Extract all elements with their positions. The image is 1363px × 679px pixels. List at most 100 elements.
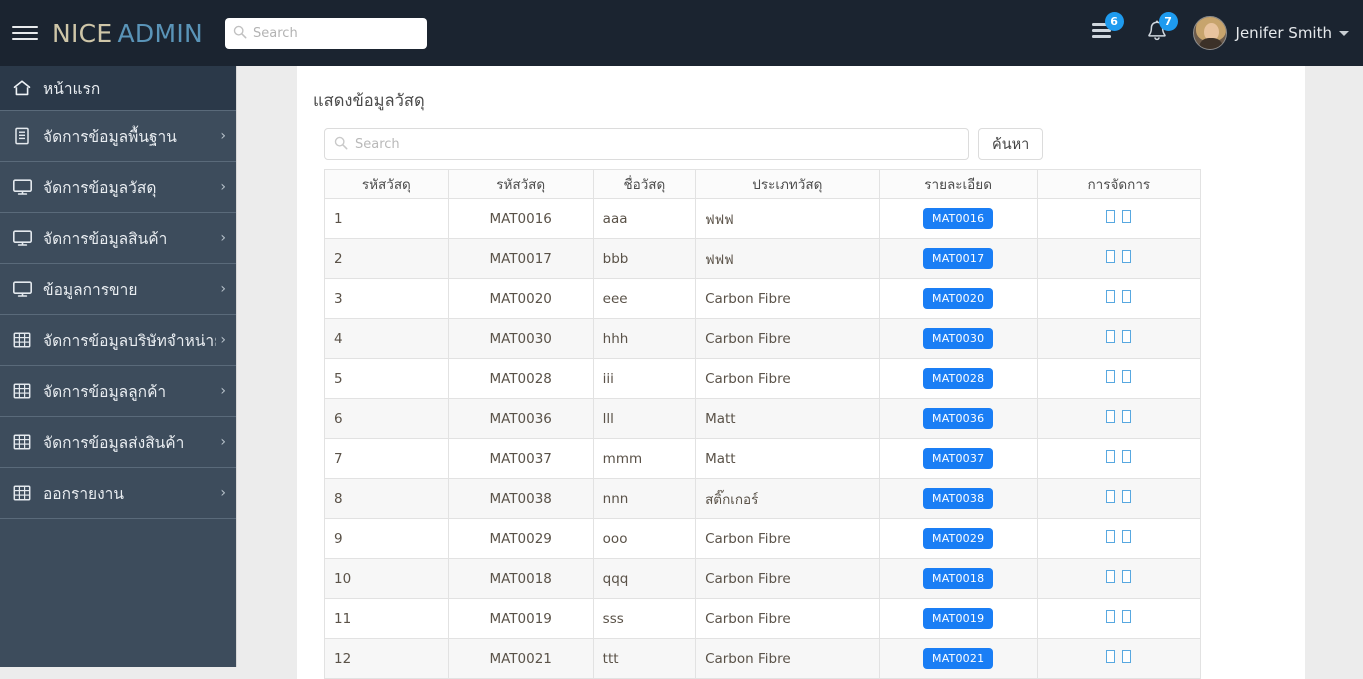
sidebar-item-4[interactable]: ข้อมูลการขาย› [0,264,236,315]
global-search-input[interactable] [253,26,419,41]
delete-icon[interactable] [1122,530,1131,543]
table-row: 8MAT0038nnnสติ๊กเกอร์MAT0038 [325,479,1201,519]
detail-button[interactable]: MAT0036 [923,408,993,429]
edit-icon[interactable] [1106,250,1115,263]
cell-code: MAT0038 [448,479,593,519]
detail-button[interactable]: MAT0018 [923,568,993,589]
sidebar-item-6[interactable]: จัดการข้อมูลลูกค้า› [0,366,236,417]
cell-detail: MAT0029 [879,519,1037,559]
cell-name: aaa [593,199,695,239]
edit-icon[interactable] [1106,210,1115,223]
delete-icon[interactable] [1122,570,1131,583]
cell-actions [1037,479,1200,519]
edit-icon[interactable] [1106,530,1115,543]
cell-name: bbb [593,239,695,279]
detail-button[interactable]: MAT0029 [923,528,993,549]
detail-button[interactable]: MAT0038 [923,488,993,509]
delete-icon[interactable] [1122,450,1131,463]
edit-icon[interactable] [1106,330,1115,343]
delete-icon[interactable] [1122,490,1131,503]
edit-icon[interactable] [1106,450,1115,463]
detail-button[interactable]: MAT0028 [923,368,993,389]
delete-icon[interactable] [1122,650,1131,663]
cell-name: sss [593,599,695,639]
chevron-down-icon [1339,31,1349,36]
delete-icon[interactable] [1122,250,1131,263]
detail-button[interactable]: MAT0020 [923,288,993,309]
top-navigation-bar: NICEADMIN 6 [0,0,1363,66]
action-icon-group [1106,610,1131,623]
edit-icon[interactable] [1106,610,1115,623]
table-header-cell-5: การจัดการ [1037,170,1200,199]
cell-code: MAT0029 [448,519,593,559]
action-icon-group [1106,530,1131,543]
sidebar-item-1[interactable]: จัดการข้อมูลพื้นฐาน› [0,111,236,162]
sidebar-item-label: ข้อมูลการขาย [43,277,137,302]
sidebar-item-label: จัดการข้อมูลส่งสินค้า [43,430,184,455]
delete-icon[interactable] [1122,410,1131,423]
sidebar-item-8[interactable]: ออกรายงาน› [0,468,236,519]
action-icon-group [1106,410,1131,423]
edit-icon[interactable] [1106,290,1115,303]
delete-icon[interactable] [1122,370,1131,383]
global-search-box[interactable] [225,18,427,49]
cell-no: 8 [325,479,449,519]
chevron-right-icon: › [216,128,226,144]
edit-icon[interactable] [1106,410,1115,423]
detail-button[interactable]: MAT0021 [923,648,993,669]
table-search-row: ค้นหา [312,128,1293,160]
sidebar-item-0[interactable]: หน้าแรก [0,66,236,111]
action-icon-group [1106,370,1131,383]
table-row: 5MAT0028iiiCarbon FibreMAT0028 [325,359,1201,399]
table-row: 2MAT0017bbbฟฟฟMAT0017 [325,239,1201,279]
grid-icon [11,431,33,453]
edit-icon[interactable] [1106,650,1115,663]
cell-actions [1037,599,1200,639]
sidebar-item-2[interactable]: จัดการข้อมูลวัสดุ› [0,162,236,213]
search-icon [334,135,348,154]
table-row: 11MAT0019sssCarbon FibreMAT0019 [325,599,1201,639]
detail-button[interactable]: MAT0030 [923,328,993,349]
user-menu[interactable]: Jenifer Smith [1193,16,1349,50]
notifications-count-badge: 7 [1159,12,1178,31]
delete-icon[interactable] [1122,290,1131,303]
cell-type: Matt [696,439,880,479]
chevron-right-icon: › [216,332,226,348]
detail-button[interactable]: MAT0016 [923,208,993,229]
cell-code: MAT0016 [448,199,593,239]
detail-button[interactable]: MAT0017 [923,248,993,269]
cell-actions [1037,319,1200,359]
cell-type: Matt [696,399,880,439]
detail-button[interactable]: MAT0019 [923,608,993,629]
grid-icon [11,380,33,402]
nav-right-group: 6 7 Jenifer Smith [1077,11,1363,55]
cell-type: Carbon Fibre [696,599,880,639]
delete-icon[interactable] [1122,210,1131,223]
edit-icon[interactable] [1106,570,1115,583]
cell-code: MAT0030 [448,319,593,359]
cell-name: iii [593,359,695,399]
cell-code: MAT0028 [448,359,593,399]
table-search-input[interactable] [355,137,959,152]
cell-no: 11 [325,599,449,639]
sidebar-item-7[interactable]: จัดการข้อมูลส่งสินค้า› [0,417,236,468]
edit-icon[interactable] [1106,490,1115,503]
table-search-box[interactable] [324,128,969,160]
edit-icon[interactable] [1106,370,1115,383]
table-header-cell-1: รหัสวัสดุ [448,170,593,199]
brand-logo[interactable]: NICEADMIN [52,19,203,48]
sidebar-item-5[interactable]: จัดการข้อมูลบริษัทจำหน่าย› [0,315,236,366]
cell-detail: MAT0038 [879,479,1037,519]
search-submit-button[interactable]: ค้นหา [978,128,1043,160]
sidebar-item-3[interactable]: จัดการข้อมูลสินค้า› [0,213,236,264]
action-icon-group [1106,490,1131,503]
detail-button[interactable]: MAT0037 [923,448,993,469]
cell-type: Carbon Fibre [696,639,880,679]
notifications-button[interactable]: 7 [1131,11,1183,55]
search-icon [233,24,247,43]
desktop-icon [11,278,33,300]
hamburger-icon[interactable] [12,23,38,43]
messages-button[interactable]: 6 [1077,11,1129,55]
delete-icon[interactable] [1122,610,1131,623]
delete-icon[interactable] [1122,330,1131,343]
